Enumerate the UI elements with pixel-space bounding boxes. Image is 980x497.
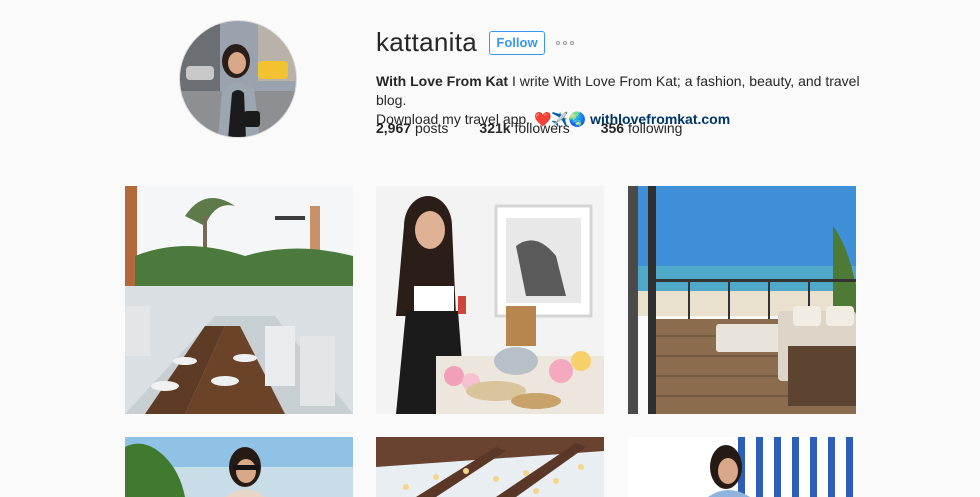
profile-avatar[interactable] xyxy=(179,20,297,138)
bio-full-name: With Love From Kat xyxy=(376,73,509,89)
follow-button[interactable]: Follow xyxy=(489,31,545,55)
more-options-button[interactable] xyxy=(556,38,578,48)
dot-icon xyxy=(563,41,567,45)
profile-username: kattanita xyxy=(376,27,477,57)
post-pergola-string-lights[interactable] xyxy=(376,437,604,497)
followers-label: followers xyxy=(514,120,570,136)
post-woman-with-wine-and-cheese[interactable] xyxy=(376,186,604,414)
post-ocean-view-balcony[interactable] xyxy=(628,186,856,414)
stat-following[interactable]: 356 following xyxy=(601,119,683,137)
dot-icon xyxy=(556,41,560,45)
post-woman-by-sea[interactable] xyxy=(125,437,353,497)
following-count: 356 xyxy=(600,120,625,136)
dot-icon xyxy=(570,41,574,45)
posts-label: posts xyxy=(414,120,449,136)
post-woman-blue-stripes[interactable] xyxy=(628,437,856,497)
profile-stats: 2,967 posts 321k followers 356 following xyxy=(376,119,713,137)
stat-posts: 2,967 posts xyxy=(376,119,448,137)
followers-count: 321k xyxy=(479,120,511,136)
posts-count: 2,967 xyxy=(376,120,412,136)
stat-followers[interactable]: 321k followers xyxy=(479,119,569,137)
following-label: following xyxy=(627,120,683,136)
post-restaurant-terrace[interactable] xyxy=(125,186,353,414)
